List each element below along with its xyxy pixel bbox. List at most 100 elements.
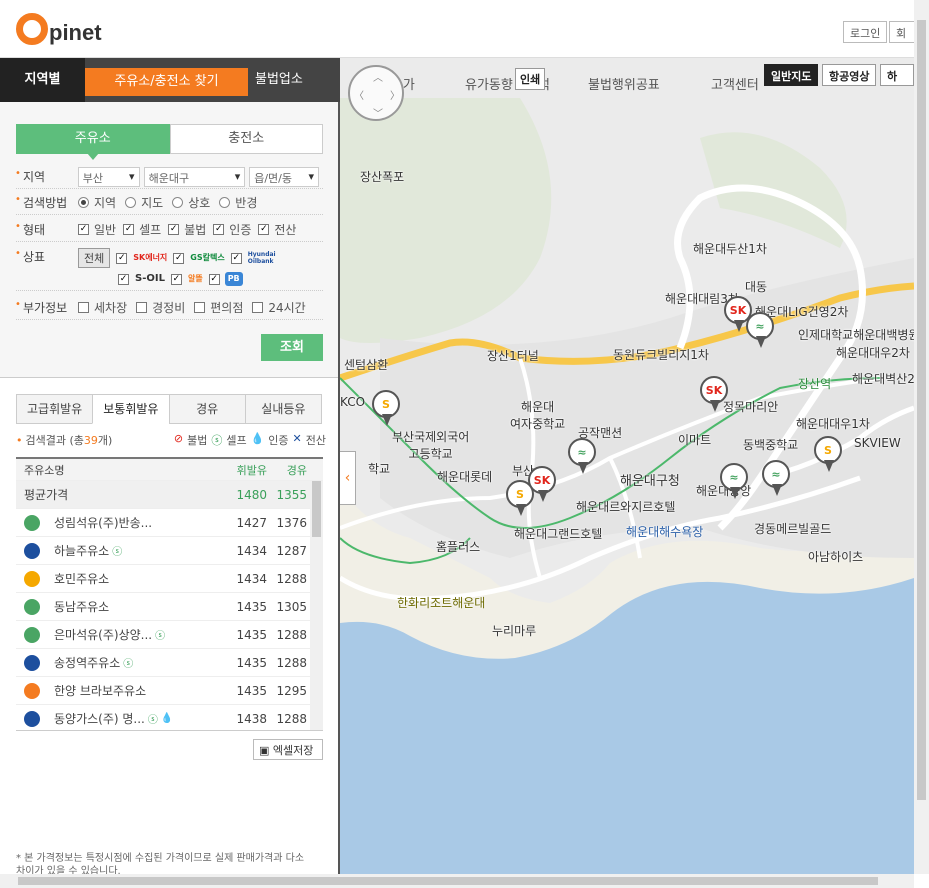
table-row[interactable]: 호민주유소 1434 1288: [16, 565, 323, 593]
page-vertical-scrollbar[interactable]: [914, 0, 929, 874]
checkbox-checked-icon[interactable]: ✓: [123, 224, 135, 235]
radio-icon[interactable]: [219, 197, 231, 208]
extra-maintenance[interactable]: 경정비: [136, 299, 185, 316]
scroll-thumb[interactable]: [312, 481, 321, 537]
opinet-logo[interactable]: pinet: [16, 12, 102, 46]
map-pin-station[interactable]: S: [506, 480, 536, 518]
dong-select[interactable]: 읍/면/동: [249, 166, 319, 187]
collapse-panel-button[interactable]: ‹: [340, 451, 356, 505]
map-pin-station[interactable]: S: [814, 436, 844, 474]
checkbox-checked-icon[interactable]: ✓: [213, 224, 225, 235]
station-name[interactable]: 은마석유(주)상양...: [54, 626, 152, 643]
type-general[interactable]: ✓ 일반: [78, 221, 116, 238]
checkbox-checked-icon[interactable]: ✓: [118, 273, 129, 285]
checkbox-checked-icon[interactable]: ✓: [170, 273, 182, 285]
login-button[interactable]: 로그인: [843, 21, 888, 43]
map-pin-station[interactable]: SK: [700, 376, 730, 414]
page-horizontal-scrollbar[interactable]: [0, 874, 914, 888]
method-name[interactable]: 상호: [172, 194, 210, 211]
col-gasoline[interactable]: 휘발유: [227, 462, 269, 478]
type-self[interactable]: ✓ 셀프: [123, 221, 161, 238]
nav-region[interactable]: 지역별: [0, 58, 85, 102]
checkbox-icon[interactable]: [252, 302, 264, 313]
map-pin-station[interactable]: ≈: [762, 460, 792, 498]
tab-gas-station[interactable]: 주유소: [16, 124, 170, 160]
join-button[interactable]: 회원: [889, 21, 915, 43]
brand-all-button[interactable]: 전체: [78, 248, 111, 268]
map-area[interactable]: 장산폭포 해운대두산1차 해운대대림3차 대동 해운대LIG건영2차 인제대학교…: [340, 58, 914, 874]
excel-save-button[interactable]: ▣ 엑셀저장: [253, 739, 323, 760]
pan-down-icon[interactable]: ﹀: [373, 105, 383, 120]
table-row[interactable]: 하늘주유소 ⓢ 1434 1287: [16, 537, 323, 565]
extra-carwash[interactable]: 세차장: [78, 299, 127, 316]
station-name[interactable]: 하늘주유소: [54, 542, 109, 559]
station-name[interactable]: 한양 브라보주유소: [54, 682, 146, 699]
scroll-thumb[interactable]: [18, 877, 878, 885]
map-pan-control[interactable]: ︿ 〈 〉 ﹀: [348, 65, 404, 121]
brand-logo-icon: [24, 682, 40, 699]
type-online[interactable]: ✓ 전산: [258, 221, 296, 238]
tab-regular-gasoline[interactable]: 보통휘발유: [92, 394, 170, 424]
col-diesel[interactable]: 경유: [269, 462, 309, 478]
station-name[interactable]: 동남주유소: [54, 598, 109, 615]
extra-store[interactable]: 편의점: [194, 299, 243, 316]
method-map[interactable]: 지도: [125, 194, 163, 211]
aerial-map-button[interactable]: 항공영상: [822, 64, 877, 86]
checkbox-checked-icon[interactable]: ✓: [168, 224, 180, 235]
city-select[interactable]: 부산: [77, 166, 140, 187]
list-scrollbar[interactable]: [310, 481, 323, 730]
radio-icon[interactable]: [172, 197, 184, 208]
normal-map-button[interactable]: 일반지도: [764, 64, 819, 86]
method-region[interactable]: 지역: [78, 194, 116, 211]
print-button[interactable]: 인쇄: [515, 68, 546, 90]
checkbox-checked-icon[interactable]: ✓: [208, 273, 220, 285]
nav-illegal[interactable]: 불법업소: [255, 58, 303, 102]
map-pin-station[interactable]: ≈: [746, 312, 776, 350]
pan-right-icon[interactable]: 〉: [390, 87, 400, 102]
tab-charging-station[interactable]: 충전소: [169, 124, 323, 154]
checkbox-checked-icon[interactable]: ✓: [230, 252, 242, 264]
station-name[interactable]: 성림석유(주)반송...: [54, 514, 152, 531]
table-row[interactable]: 동남주유소 1435 1305: [16, 593, 323, 621]
table-row[interactable]: 동양가스(주) 명... ⓢ 💧 1438 1288: [16, 705, 323, 730]
pan-left-icon[interactable]: 〈: [354, 87, 364, 102]
type-certified[interactable]: ✓ 인증: [213, 221, 251, 238]
station-name[interactable]: 호민주유소: [54, 570, 109, 587]
tab-premium-gasoline[interactable]: 고급휘발유: [16, 394, 94, 424]
checkbox-checked-icon[interactable]: ✓: [173, 252, 185, 264]
checkbox-checked-icon[interactable]: ✓: [78, 224, 89, 235]
map-pin-station[interactable]: S: [372, 390, 402, 428]
pan-up-icon[interactable]: ︿: [373, 69, 383, 84]
link-illegal-notice[interactable]: 불법행위공표: [588, 74, 660, 93]
checkbox-icon[interactable]: [78, 302, 89, 313]
link-trend[interactable]: 유가동향: [465, 74, 513, 93]
map-pin-station[interactable]: ≈: [568, 438, 598, 476]
map-label-gucheong: 해운대구청: [620, 474, 680, 489]
district-select[interactable]: 해운대구: [143, 166, 246, 187]
table-row[interactable]: 은마석유(주)상양... ⓢ 1435 1288: [16, 621, 323, 649]
extra-24h[interactable]: 24시간: [252, 299, 306, 316]
nav-find-station[interactable]: 주유소/충전소 찾기: [85, 68, 248, 96]
type-illegal[interactable]: ✓ 불법: [168, 221, 206, 238]
station-name[interactable]: 동양가스(주) 명...: [54, 710, 145, 727]
table-row[interactable]: 송정역주유소 ⓢ 1435 1288: [16, 649, 323, 677]
map-pin-station[interactable]: ≈: [720, 463, 750, 501]
table-row[interactable]: 한양 브라보주유소 1435 1295: [16, 677, 323, 705]
map-label-hotel: 해운대르와지르호텔: [576, 500, 676, 514]
checkbox-icon[interactable]: [136, 302, 148, 313]
table-row[interactable]: 성림석유(주)반송... 1427 1376: [16, 509, 323, 537]
region-label: 지역: [15, 168, 78, 185]
link-customer-center[interactable]: 고객센터: [711, 74, 759, 93]
checkbox-checked-icon[interactable]: ✓: [258, 224, 270, 235]
radio-icon[interactable]: [125, 197, 137, 208]
tab-kerosene[interactable]: 실내등유: [244, 394, 322, 424]
checkbox-checked-icon[interactable]: ✓: [116, 252, 128, 264]
tab-diesel[interactable]: 경유: [168, 394, 246, 424]
search-button[interactable]: 조회: [261, 334, 323, 361]
radio-icon[interactable]: [78, 197, 89, 208]
station-name[interactable]: 송정역주유소: [54, 654, 120, 671]
scroll-thumb[interactable]: [917, 20, 926, 800]
hybrid-map-button[interactable]: 하이: [880, 64, 914, 86]
method-radius[interactable]: 반경: [219, 194, 257, 211]
checkbox-icon[interactable]: [194, 302, 206, 313]
